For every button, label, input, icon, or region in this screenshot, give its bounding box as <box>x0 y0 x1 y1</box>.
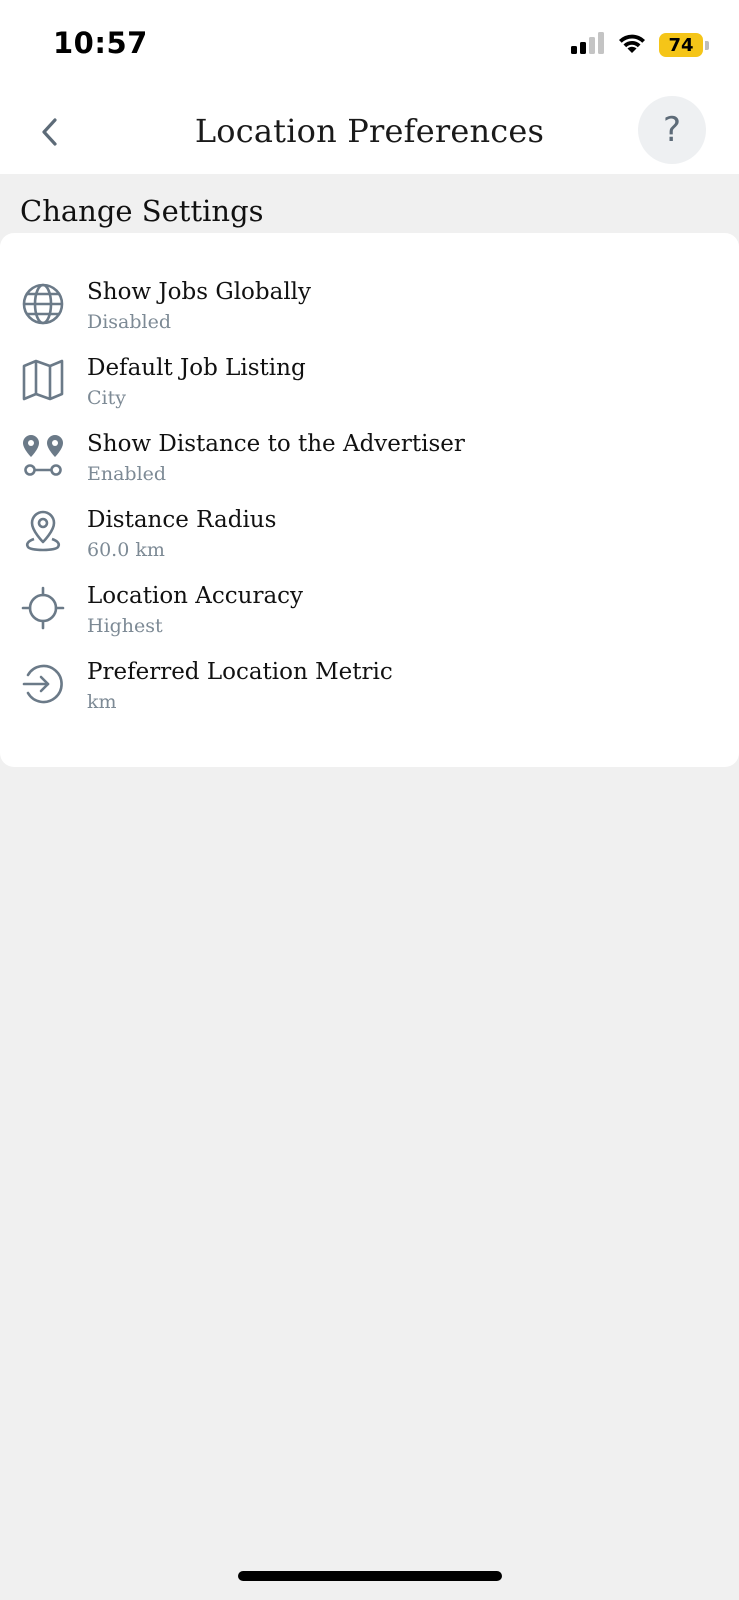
setting-show-jobs-globally[interactable]: Show Jobs Globally Disabled <box>0 279 739 355</box>
status-time: 10:57 <box>53 26 148 60</box>
help-button[interactable]: ? <box>638 96 706 164</box>
map-icon <box>20 357 66 403</box>
settings-card: Show Jobs Globally Disabled Default Job … <box>0 233 739 767</box>
setting-value: 60.0 km <box>87 539 165 561</box>
section-heading: Change Settings <box>20 194 264 228</box>
setting-value: City <box>87 387 126 409</box>
status-bar: 10:57 74 <box>0 0 739 90</box>
battery-indicator: 74 <box>659 33 709 57</box>
battery-level: 74 <box>659 33 703 57</box>
setting-title: Show Distance to the Advertiser <box>87 431 465 457</box>
setting-show-distance-to-advertiser[interactable]: Show Distance to the Advertiser Enabled <box>0 431 739 507</box>
page-title: Location Preferences <box>194 112 545 150</box>
nav-header: Location Preferences ? <box>0 90 739 174</box>
crosshair-icon <box>20 585 66 631</box>
cellular-signal-icon <box>571 32 605 58</box>
setting-title: Default Job Listing <box>87 355 306 381</box>
setting-distance-radius[interactable]: Distance Radius 60.0 km <box>0 507 739 583</box>
setting-title: Preferred Location Metric <box>87 659 393 685</box>
setting-value: km <box>87 691 117 713</box>
arrow-circle-right-icon <box>20 661 66 707</box>
setting-title: Show Jobs Globally <box>87 279 312 305</box>
setting-location-accuracy[interactable]: Location Accuracy Highest <box>0 583 739 659</box>
setting-title: Distance Radius <box>87 507 277 533</box>
setting-preferred-location-metric[interactable]: Preferred Location Metric km <box>0 659 739 735</box>
setting-value: Highest <box>87 615 163 637</box>
setting-value: Disabled <box>87 311 172 333</box>
status-icons: 74 <box>571 32 709 58</box>
globe-icon <box>20 281 66 327</box>
setting-default-job-listing[interactable]: Default Job Listing City <box>0 355 739 431</box>
route-pins-icon <box>20 433 66 479</box>
wifi-icon <box>617 32 647 58</box>
setting-title: Location Accuracy <box>87 583 304 609</box>
home-indicator <box>238 1571 502 1581</box>
setting-value: Enabled <box>87 463 167 485</box>
location-pin-icon <box>20 509 66 555</box>
battery-tip <box>705 40 709 50</box>
